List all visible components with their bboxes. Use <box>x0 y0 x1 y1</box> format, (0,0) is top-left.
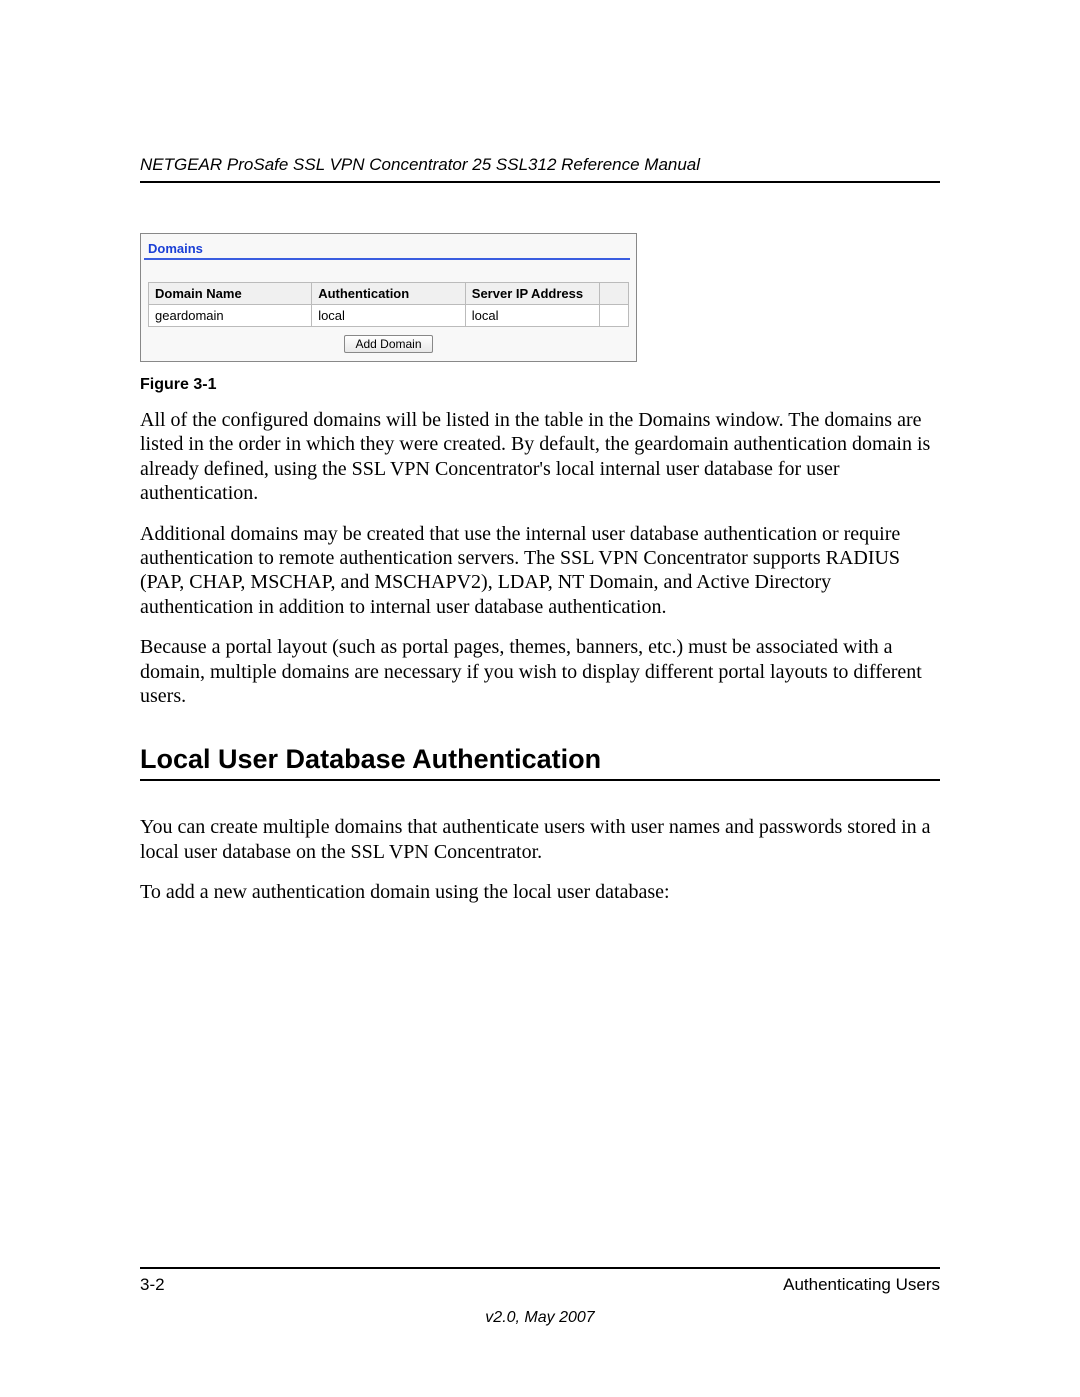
cell-server-ip: local <box>465 305 599 327</box>
cell-authentication: local <box>312 305 466 327</box>
body-paragraph: All of the configured domains will be li… <box>140 408 940 506</box>
footer-version: v2.0, May 2007 <box>140 1309 940 1327</box>
body-paragraph: Because a portal layout (such as portal … <box>140 635 940 708</box>
body-paragraph: You can create multiple domains that aut… <box>140 815 940 864</box>
running-header: NETGEAR ProSafe SSL VPN Concentrator 25 … <box>140 155 940 183</box>
col-blank <box>600 283 629 305</box>
domains-panel-title: Domains <box>144 237 630 260</box>
page-footer: 3-2 Authenticating Users v2.0, May 2007 <box>140 1267 940 1327</box>
footer-rule <box>140 1267 940 1269</box>
add-domain-button[interactable]: Add Domain <box>344 335 432 353</box>
body-paragraph: To add a new authentication domain using… <box>140 880 940 904</box>
col-authentication: Authentication <box>312 283 466 305</box>
figure-label: Figure 3-1 <box>140 376 940 394</box>
chapter-title: Authenticating Users <box>783 1275 940 1295</box>
table-row: geardomain local local <box>149 305 629 327</box>
cell-domain-name: geardomain <box>149 305 312 327</box>
col-server-ip: Server IP Address <box>465 283 599 305</box>
domains-panel: Domains Domain Name Authentication Serve… <box>140 233 637 362</box>
domains-table: Domain Name Authentication Server IP Add… <box>148 282 629 327</box>
page-number: 3-2 <box>140 1275 165 1295</box>
cell-blank <box>600 305 629 327</box>
section-heading-local-user-db: Local User Database Authentication <box>140 744 940 781</box>
table-header-row: Domain Name Authentication Server IP Add… <box>149 283 629 305</box>
body-paragraph: Additional domains may be created that u… <box>140 522 940 620</box>
col-domain-name: Domain Name <box>149 283 312 305</box>
